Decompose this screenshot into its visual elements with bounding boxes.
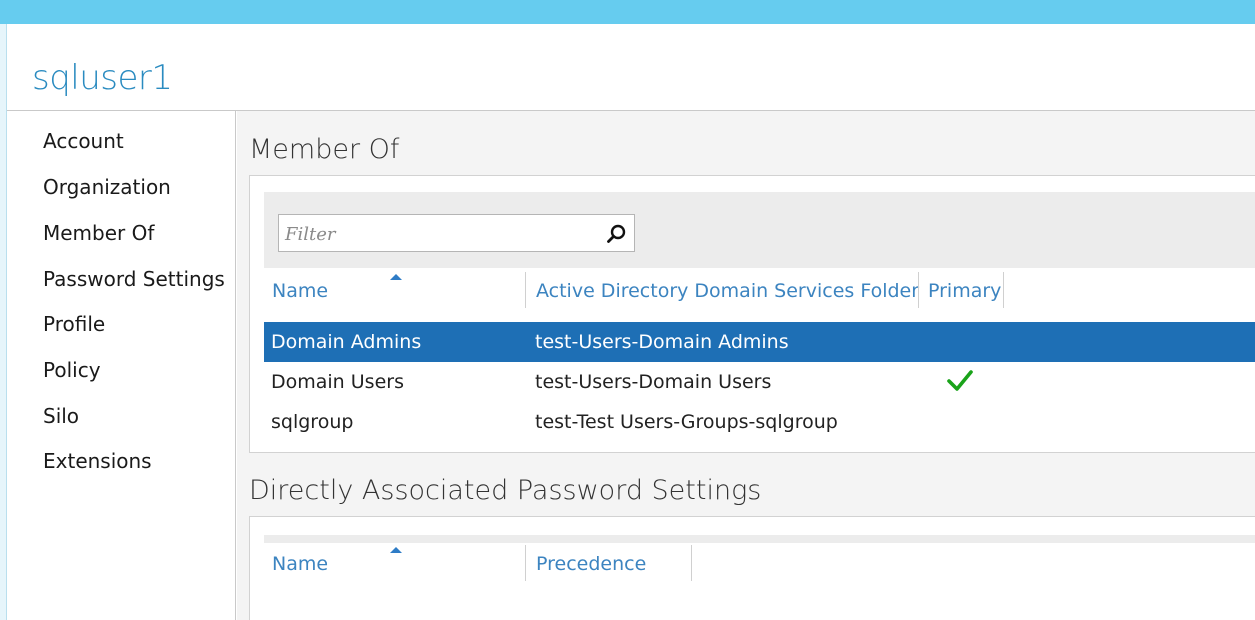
- sort-ascending-icon: [390, 547, 402, 553]
- row-name: Domain Admins: [271, 331, 422, 353]
- column-divider[interactable]: [525, 272, 526, 308]
- table-row[interactable]: Domain Users test-Users-Domain Users: [264, 362, 1255, 402]
- checkmark-icon: [947, 370, 973, 391]
- column-divider[interactable]: [691, 545, 692, 581]
- member-of-title: Member Of: [249, 134, 400, 165]
- column-divider[interactable]: [1003, 272, 1004, 308]
- column-header-name[interactable]: Name: [272, 553, 328, 575]
- sidebar-item-member-of[interactable]: Member Of: [43, 221, 154, 245]
- sidebar-item-password-settings[interactable]: Password Settings: [43, 267, 225, 291]
- table-row[interactable]: sqlgroup test-Test Users-Groups-sqlgroup: [264, 402, 1255, 442]
- page-title: sqluser1: [32, 58, 173, 98]
- sort-ascending-icon: [390, 274, 402, 280]
- password-settings-panel: Name Precedence: [249, 516, 1255, 620]
- row-name: sqlgroup: [271, 411, 354, 433]
- sidebar-item-extensions[interactable]: Extensions: [43, 449, 152, 473]
- sidebar: Account Organization Member Of Password …: [7, 111, 236, 620]
- main-content: Member Of Filter Name Active Directory D…: [237, 111, 1255, 620]
- filter-input[interactable]: Filter: [278, 214, 635, 252]
- column-header-precedence[interactable]: Precedence: [536, 553, 646, 575]
- sidebar-item-policy[interactable]: Policy: [43, 358, 101, 382]
- member-of-panel: Filter Name Active Directory Domain Serv…: [249, 175, 1255, 453]
- password-settings-toolbar: [264, 535, 1255, 543]
- row-folder: test-Test Users-Groups-sqlgroup: [535, 411, 838, 433]
- sidebar-item-account[interactable]: Account: [43, 129, 124, 153]
- column-header-folder[interactable]: Active Directory Domain Services Folder: [536, 280, 919, 302]
- filter-placeholder: Filter: [285, 224, 336, 245]
- column-header-name[interactable]: Name: [272, 280, 328, 302]
- window-left-edge: [0, 24, 7, 620]
- sidebar-item-organization[interactable]: Organization: [43, 175, 171, 199]
- column-divider[interactable]: [525, 545, 526, 581]
- search-icon[interactable]: [606, 223, 628, 245]
- window-top-bar: [0, 0, 1255, 24]
- password-settings-title: Directly Associated Password Settings: [249, 475, 762, 506]
- sidebar-item-silo[interactable]: Silo: [43, 404, 79, 428]
- sidebar-item-profile[interactable]: Profile: [43, 312, 105, 336]
- column-header-primary[interactable]: Primary: [928, 280, 1001, 302]
- table-row[interactable]: Domain Admins test-Users-Domain Admins: [264, 322, 1255, 362]
- row-folder: test-Users-Domain Admins: [535, 331, 789, 353]
- row-name: Domain Users: [271, 371, 404, 393]
- column-divider[interactable]: [918, 272, 919, 308]
- row-folder: test-Users-Domain Users: [535, 371, 772, 393]
